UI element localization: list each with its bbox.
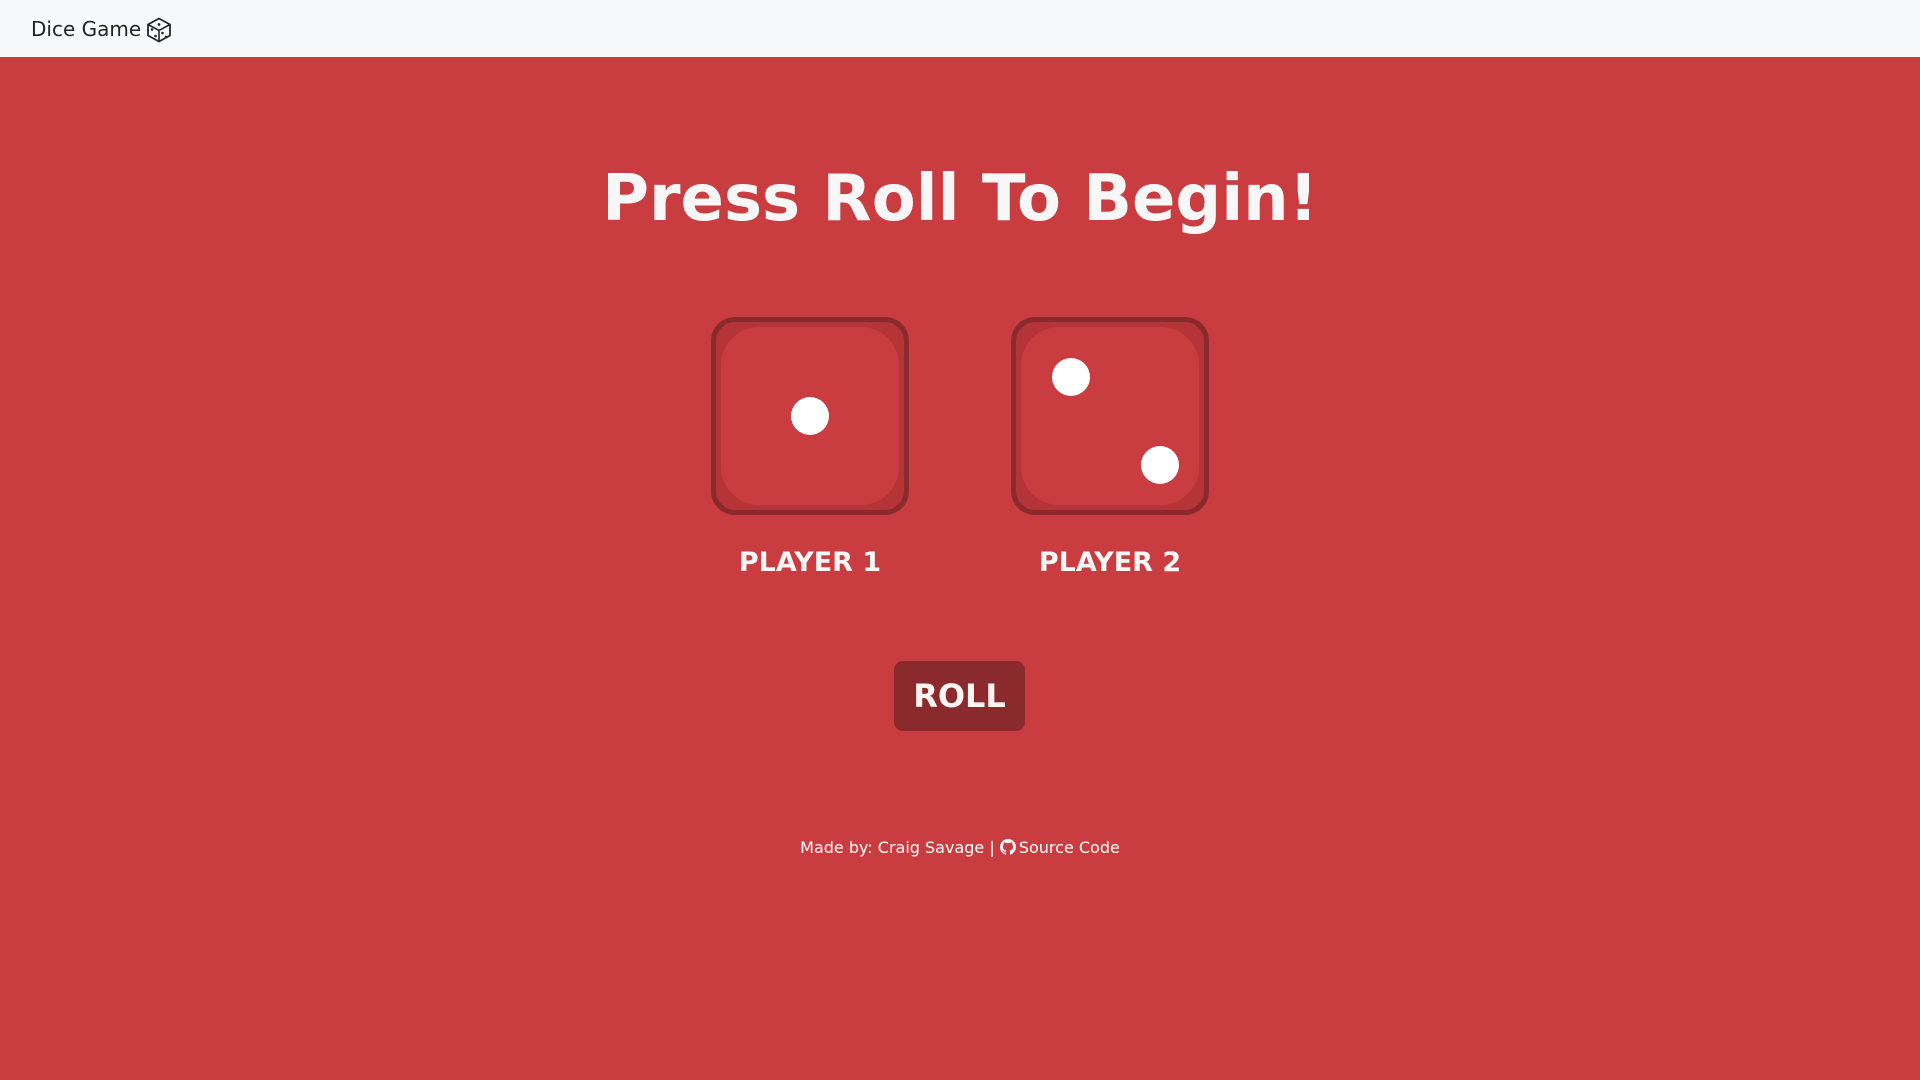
navbar: Dice Game [0,0,1920,57]
die-pip [791,397,829,435]
player-1-die [711,317,909,515]
die-face [1021,327,1199,505]
player-2-label: PLAYER 2 [1038,547,1182,578]
brand-link[interactable]: Dice Game [31,15,172,43]
die-face [721,327,899,505]
roll-button[interactable]: ROLL [894,661,1025,731]
brand-title: Dice Game [31,16,142,41]
footer: Made by: Craig Savage | Source Code [0,837,1920,859]
source-code-link[interactable]: Source Code [999,838,1120,857]
author-link[interactable]: Craig Savage [878,838,984,857]
source-code-label: Source Code [1018,838,1120,857]
footer-separator: | [989,838,995,857]
github-icon [999,839,1016,855]
player-1-label: PLAYER 1 [738,547,882,578]
die-pip [1052,358,1090,396]
player-2-die [1011,317,1209,515]
die-pip [1141,446,1179,484]
made-by-label: Made by: [800,838,873,857]
dice-icon [147,17,172,42]
page-title: Press Roll To Begin! [602,162,1318,236]
